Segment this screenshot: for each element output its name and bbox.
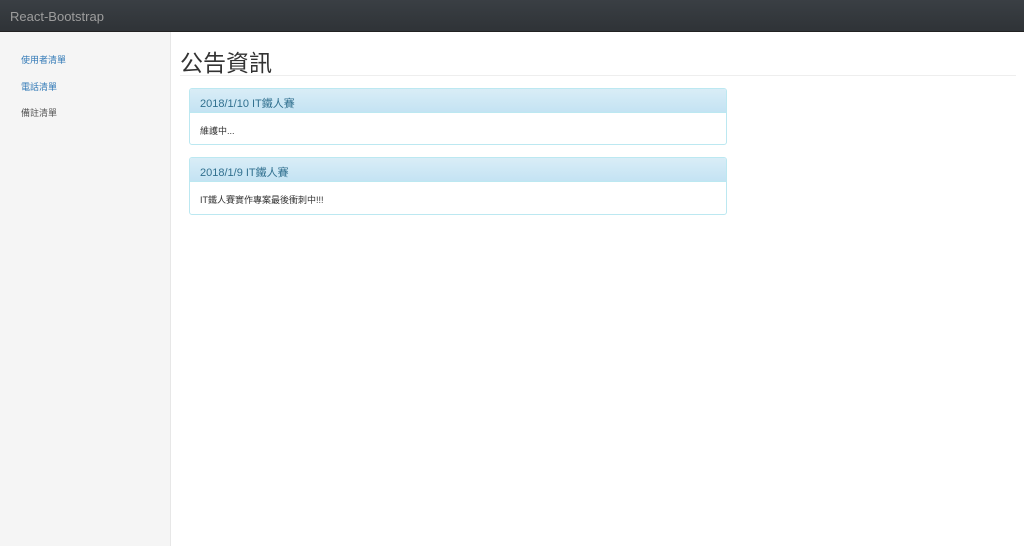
announcement-heading: 2018/1/9 IT鐵人賽 [190,158,726,182]
announcement-panel: 2018/1/10 IT鐵人賽 維護中... [189,88,727,145]
sidebar-item-notes-list[interactable]: 備註清單 [21,106,57,119]
title-divider [180,75,1016,76]
sidebar-item-phone-list[interactable]: 電話清單 [21,80,57,93]
announcement-body: 維護中... [200,126,235,136]
sidebar-item-user-list[interactable]: 使用者清單 [21,53,66,66]
top-navbar: React-Bootstrap [0,0,1024,32]
page-title: 公告資訊 [180,50,272,76]
announcement-panel: 2018/1/9 IT鐵人賽 IT鐵人賽實作專案最後衝刺中!!! [189,157,727,215]
sidebar: 使用者清單 電話清單 備註清單 [0,32,171,546]
announcement-heading: 2018/1/10 IT鐵人賽 [190,89,726,113]
navbar-brand-link[interactable]: React-Bootstrap [10,9,104,24]
announcement-body: IT鐵人賽實作專案最後衝刺中!!! [200,195,324,205]
